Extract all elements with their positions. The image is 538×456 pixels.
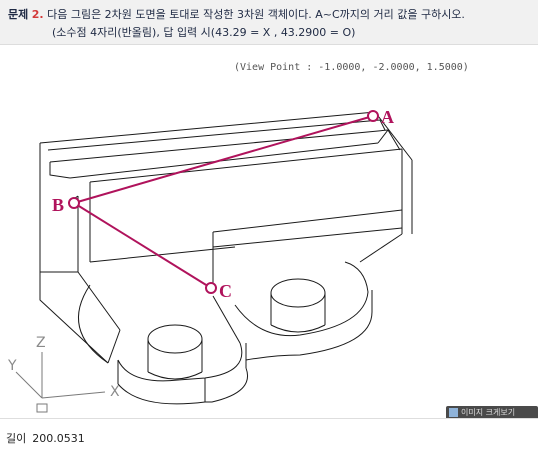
point-c-marker bbox=[205, 282, 217, 294]
label-b: B bbox=[52, 195, 64, 215]
front-round-bottom bbox=[117, 367, 248, 405]
point-a-marker bbox=[367, 110, 379, 122]
step-top-edge bbox=[69, 142, 379, 179]
question-text-2: (소수점 4자리(반올림), 답 입력 시(43.29 = X , 43.290… bbox=[52, 26, 356, 39]
back-wall-top-edge bbox=[39, 111, 413, 161]
step-mid-edge bbox=[212, 209, 403, 233]
problem-number: 2. bbox=[31, 8, 44, 21]
wireframe-object bbox=[39, 111, 413, 405]
path-points bbox=[68, 110, 379, 294]
question-line-1: 문제 2. 다음 그림은 2차원 도면을 토대로 작성한 3차원 객체이다. A… bbox=[8, 6, 465, 22]
hole-right-top bbox=[270, 278, 326, 308]
ucs-axis-icon bbox=[15, 352, 106, 413]
right-round-bottom bbox=[245, 311, 373, 361]
question-header: 문제 2. 다음 그림은 2차원 도면을 토대로 작성한 3차원 객체이다. A… bbox=[0, 0, 538, 45]
cad-drawing: A B C Z Y X bbox=[7, 107, 413, 413]
z-axis-label: Z bbox=[36, 335, 46, 351]
ucs-box bbox=[36, 403, 48, 413]
c-to-round-edge bbox=[212, 295, 241, 344]
question-line-2: (소수점 4자리(반올림), 답 입력 시(43.29 = X , 43.290… bbox=[52, 24, 355, 40]
segment-b-c bbox=[73, 202, 212, 289]
y-axis-label: Y bbox=[7, 358, 17, 374]
question-text-1: 다음 그림은 2차원 도면을 토대로 작성한 3차원 객체이다. A~C까지의 … bbox=[47, 8, 465, 21]
answer-value: 200.0531 bbox=[32, 432, 85, 445]
segment-a-b bbox=[73, 115, 374, 204]
base-left-top bbox=[40, 271, 121, 331]
image-icon bbox=[449, 408, 458, 417]
step-lower-edge bbox=[212, 227, 403, 248]
view-large-image-label: 이미지 크게보기 bbox=[461, 408, 516, 417]
y-axis-line bbox=[15, 371, 43, 399]
answer-row: 길이 200.0531 bbox=[6, 430, 85, 446]
label-c: C bbox=[219, 281, 232, 301]
answer-label: 길이 bbox=[6, 432, 27, 445]
distance-path bbox=[73, 115, 374, 289]
point-b-marker bbox=[68, 197, 80, 209]
right-round-top bbox=[234, 261, 369, 337]
right-diagonal-edge bbox=[359, 233, 403, 263]
hole-right-bottom bbox=[270, 324, 326, 333]
base-left-corner bbox=[107, 329, 121, 364]
hole-left-bottom bbox=[147, 371, 203, 380]
x-axis-line bbox=[41, 391, 106, 399]
base-front-curve bbox=[77, 284, 109, 364]
x-axis-label: X bbox=[110, 384, 120, 400]
hole-left-top bbox=[147, 324, 203, 354]
problem-label: 문제 bbox=[8, 8, 29, 21]
label-a: A bbox=[381, 107, 394, 127]
front-round-top bbox=[117, 342, 243, 382]
rail-front-edge bbox=[49, 162, 71, 179]
base-left-bottom bbox=[39, 272, 109, 364]
